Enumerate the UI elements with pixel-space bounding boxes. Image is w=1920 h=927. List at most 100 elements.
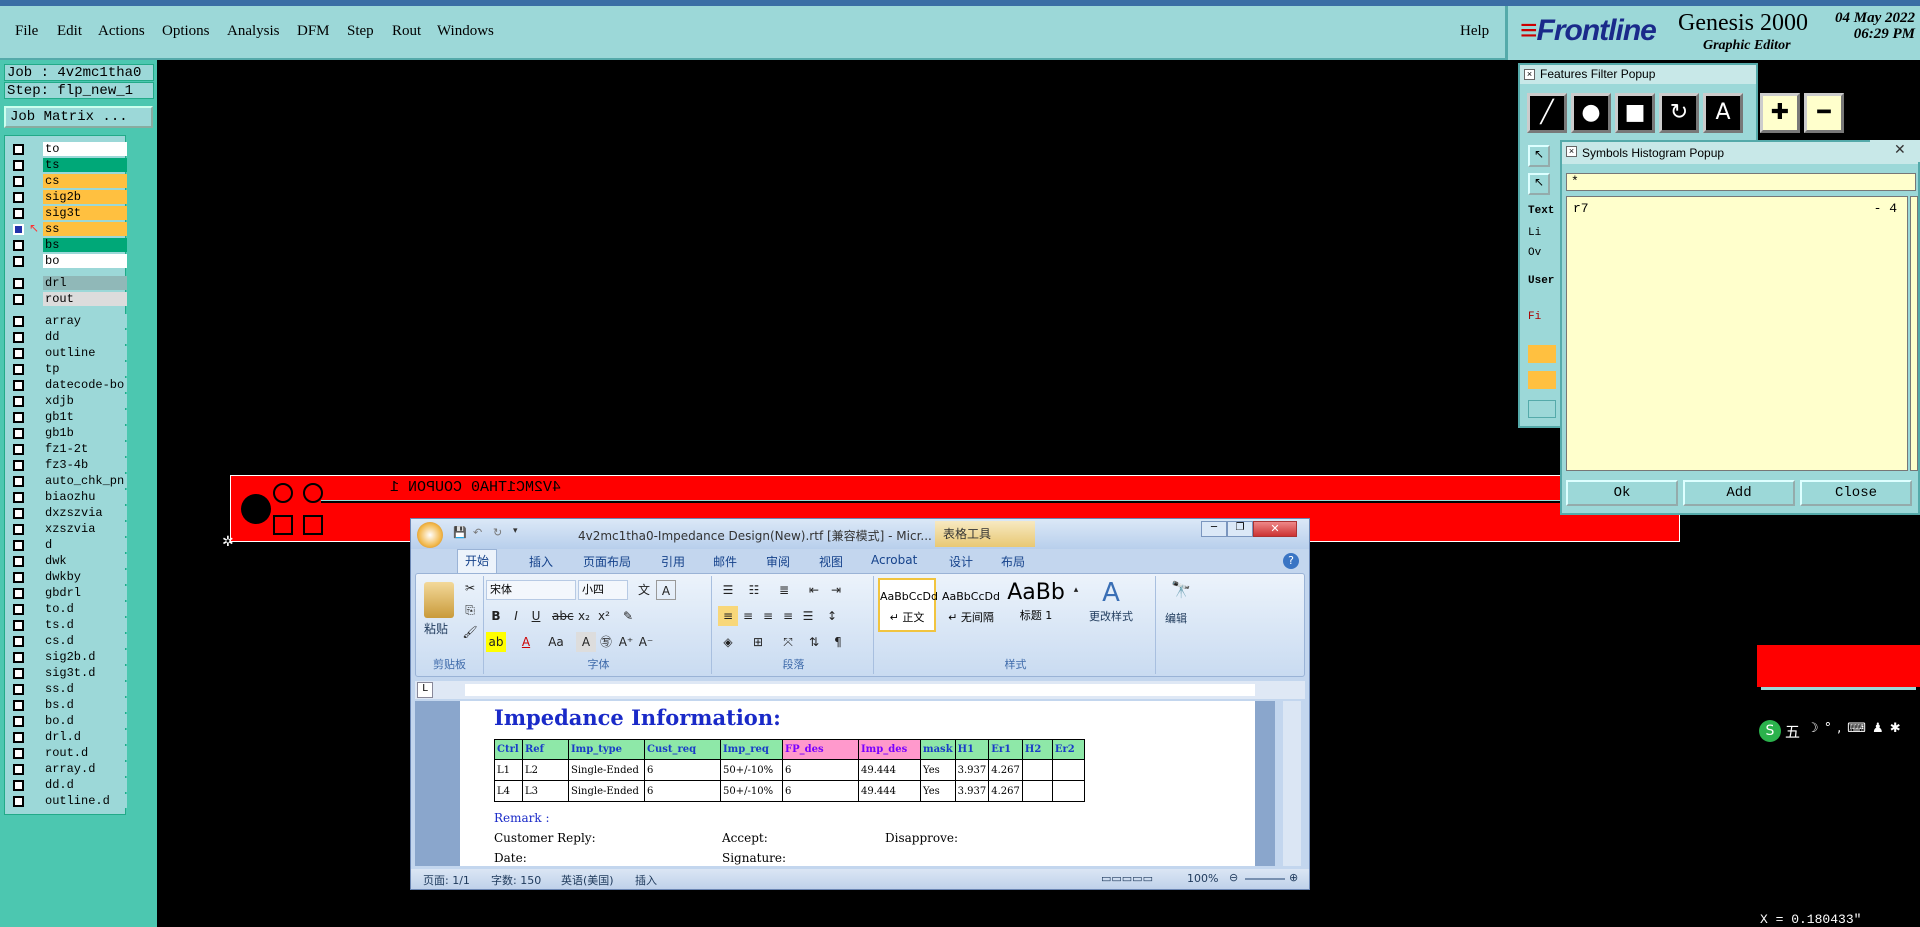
font-size-select[interactable]: 小四 [578, 580, 628, 600]
minimize-icon[interactable]: ─ [1201, 521, 1227, 537]
table-header-cell[interactable]: Er2 [1051, 739, 1085, 760]
table-header-cell[interactable]: H1 [954, 739, 990, 760]
layer-checkbox[interactable] [13, 192, 24, 203]
table-cell[interactable]: 6 [644, 759, 721, 781]
layer-checkbox[interactable] [13, 508, 24, 519]
italic-icon[interactable]: I [506, 606, 526, 626]
layer-row-dwkby[interactable]: dwkby [9, 570, 127, 585]
pointer-icon[interactable]: ↖ [1528, 173, 1550, 195]
layer-row-bo.d[interactable]: bo.d [9, 714, 127, 729]
shading-icon[interactable]: ◈ [718, 632, 738, 652]
layer-checkbox[interactable] [13, 160, 24, 171]
layer-row-sig3t[interactable]: sig3t [9, 206, 127, 221]
clear-format-icon[interactable]: ✎ [618, 606, 638, 626]
menu-windows[interactable]: Windows [437, 23, 494, 40]
phonetic-guide-icon[interactable]: 文 [634, 580, 654, 600]
symbol-list[interactable]: r7 - 4 [1566, 196, 1908, 471]
sogou-ime-icon[interactable]: S [1759, 720, 1781, 742]
zoom-level[interactable]: 100% [1187, 872, 1218, 885]
superscript-icon[interactable]: x² [594, 606, 614, 626]
office-button-icon[interactable] [417, 522, 443, 548]
layer-checkbox[interactable] [13, 364, 24, 375]
layer-checkbox[interactable] [13, 460, 24, 471]
table-header-cell[interactable]: Cust_req [644, 739, 721, 760]
layer-checkbox[interactable] [13, 556, 24, 567]
save-icon[interactable]: 💾 [453, 526, 467, 539]
tab-view[interactable]: 视图 [819, 553, 843, 570]
layer-checkbox[interactable] [13, 224, 24, 235]
scrollbar[interactable] [1910, 196, 1918, 471]
layer-row-dd[interactable]: dd [9, 330, 127, 345]
table-cell[interactable]: Single-Ended [568, 780, 645, 802]
bullets-icon[interactable]: ☰ [718, 580, 738, 600]
layer-checkbox[interactable] [13, 748, 24, 759]
layer-checkbox[interactable] [13, 540, 24, 551]
layer-checkbox[interactable] [13, 316, 24, 327]
layer-row-outline.d[interactable]: outline.d [9, 794, 127, 809]
surface-filter-icon[interactable]: ■ [1615, 93, 1655, 133]
table-header-cell[interactable]: mask [920, 739, 956, 760]
increase-indent-icon[interactable]: ⇥ [826, 580, 846, 600]
layer-row-sig3t.d[interactable]: sig3t.d [9, 666, 127, 681]
distribute-icon[interactable]: ☰ [798, 606, 818, 626]
document-page[interactable]: Impedance Information: Ctrl Ref Imp_type Cu… [460, 701, 1255, 866]
enclose-char-icon[interactable]: ㊢ [596, 632, 616, 652]
table-cell[interactable]: 6 [782, 759, 859, 781]
layer-checkbox[interactable] [13, 176, 24, 187]
format-painter-icon[interactable]: 🖌 [460, 622, 480, 642]
menu-step[interactable]: Step [347, 23, 374, 40]
table-cell[interactable]: L1 [494, 759, 523, 781]
table-cell[interactable]: 4.267 [988, 759, 1023, 781]
layer-row-fz3-4b[interactable]: fz3-4b [9, 458, 127, 473]
paste-label[interactable]: 粘贴 [424, 620, 448, 637]
shrink-font-icon[interactable]: A⁻ [636, 632, 656, 652]
vertical-scrollbar[interactable] [1283, 701, 1301, 866]
help-icon[interactable]: ? [1283, 553, 1299, 569]
layer-row-sig2b.d[interactable]: sig2b.d [9, 650, 127, 665]
job-matrix-button[interactable]: Job Matrix ... [4, 106, 153, 128]
layer-row-gb1t[interactable]: gb1t [9, 410, 127, 425]
negative-filter-icon[interactable]: ━ [1804, 93, 1844, 133]
char-shading-icon[interactable]: A [576, 632, 596, 652]
layer-row-auto_chk_pn[interactable]: auto_chk_pn [9, 474, 127, 489]
layer-checkbox[interactable] [13, 476, 24, 487]
language[interactable]: 英语(美国) [561, 872, 614, 888]
close-icon[interactable]: × [1566, 146, 1577, 157]
layer-checkbox[interactable] [13, 604, 24, 615]
show-marks-icon[interactable]: ¶ [828, 632, 848, 652]
style-no-spacing[interactable]: AaBbCcDd ↵ 无间隔 [940, 578, 1002, 632]
layer-row-ss[interactable]: ss ↖ [9, 221, 127, 237]
layer-checkbox[interactable] [13, 700, 24, 711]
ok-button[interactable]: Ok [1566, 480, 1678, 506]
zoom-in-icon[interactable]: ⊕ [1289, 871, 1298, 884]
layer-row-to.d[interactable]: to.d [9, 602, 127, 617]
zoom-slider[interactable] [1245, 878, 1285, 880]
view-buttons-icon[interactable]: ▭▭▭▭▭ [1101, 872, 1153, 885]
table-cell[interactable] [1021, 780, 1053, 802]
table-cell[interactable]: Single-Ended [568, 759, 645, 781]
layer-row-drl.d[interactable]: drl.d [9, 730, 127, 745]
table-cell[interactable]: 6 [644, 780, 721, 802]
add-button[interactable]: Add [1683, 480, 1795, 506]
menu-analysis[interactable]: Analysis [227, 23, 280, 40]
table-header-cell[interactable]: Ctrl [494, 739, 523, 760]
table-cell[interactable] [1021, 759, 1053, 781]
menu-dfm[interactable]: DFM [297, 23, 330, 40]
layer-row-array.d[interactable]: array.d [9, 762, 127, 777]
tab-page-layout[interactable]: 页面布局 [583, 553, 631, 570]
table-cell[interactable]: L3 [522, 780, 569, 802]
layer-row-dxzszvia[interactable]: dxzszvia [9, 506, 127, 521]
layer-checkbox[interactable] [13, 716, 24, 727]
menu-rout[interactable]: Rout [392, 23, 421, 40]
zoom-out-icon[interactable]: ⊖ [1229, 871, 1238, 884]
table-header-cell[interactable]: Er1 [988, 739, 1023, 760]
layer-checkbox[interactable] [13, 572, 24, 583]
layer-row-gbdrl[interactable]: gbdrl [9, 586, 127, 601]
layer-row-d[interactable]: d [9, 538, 127, 553]
menu-actions[interactable]: Actions [98, 23, 145, 40]
layer-checkbox[interactable] [13, 208, 24, 219]
layer-row-sig2b[interactable]: sig2b [9, 190, 127, 205]
tab-references[interactable]: 引用 [661, 553, 685, 570]
list-item[interactable]: r7 - 4 [1573, 201, 1901, 217]
char-border-icon[interactable]: A [656, 580, 676, 600]
